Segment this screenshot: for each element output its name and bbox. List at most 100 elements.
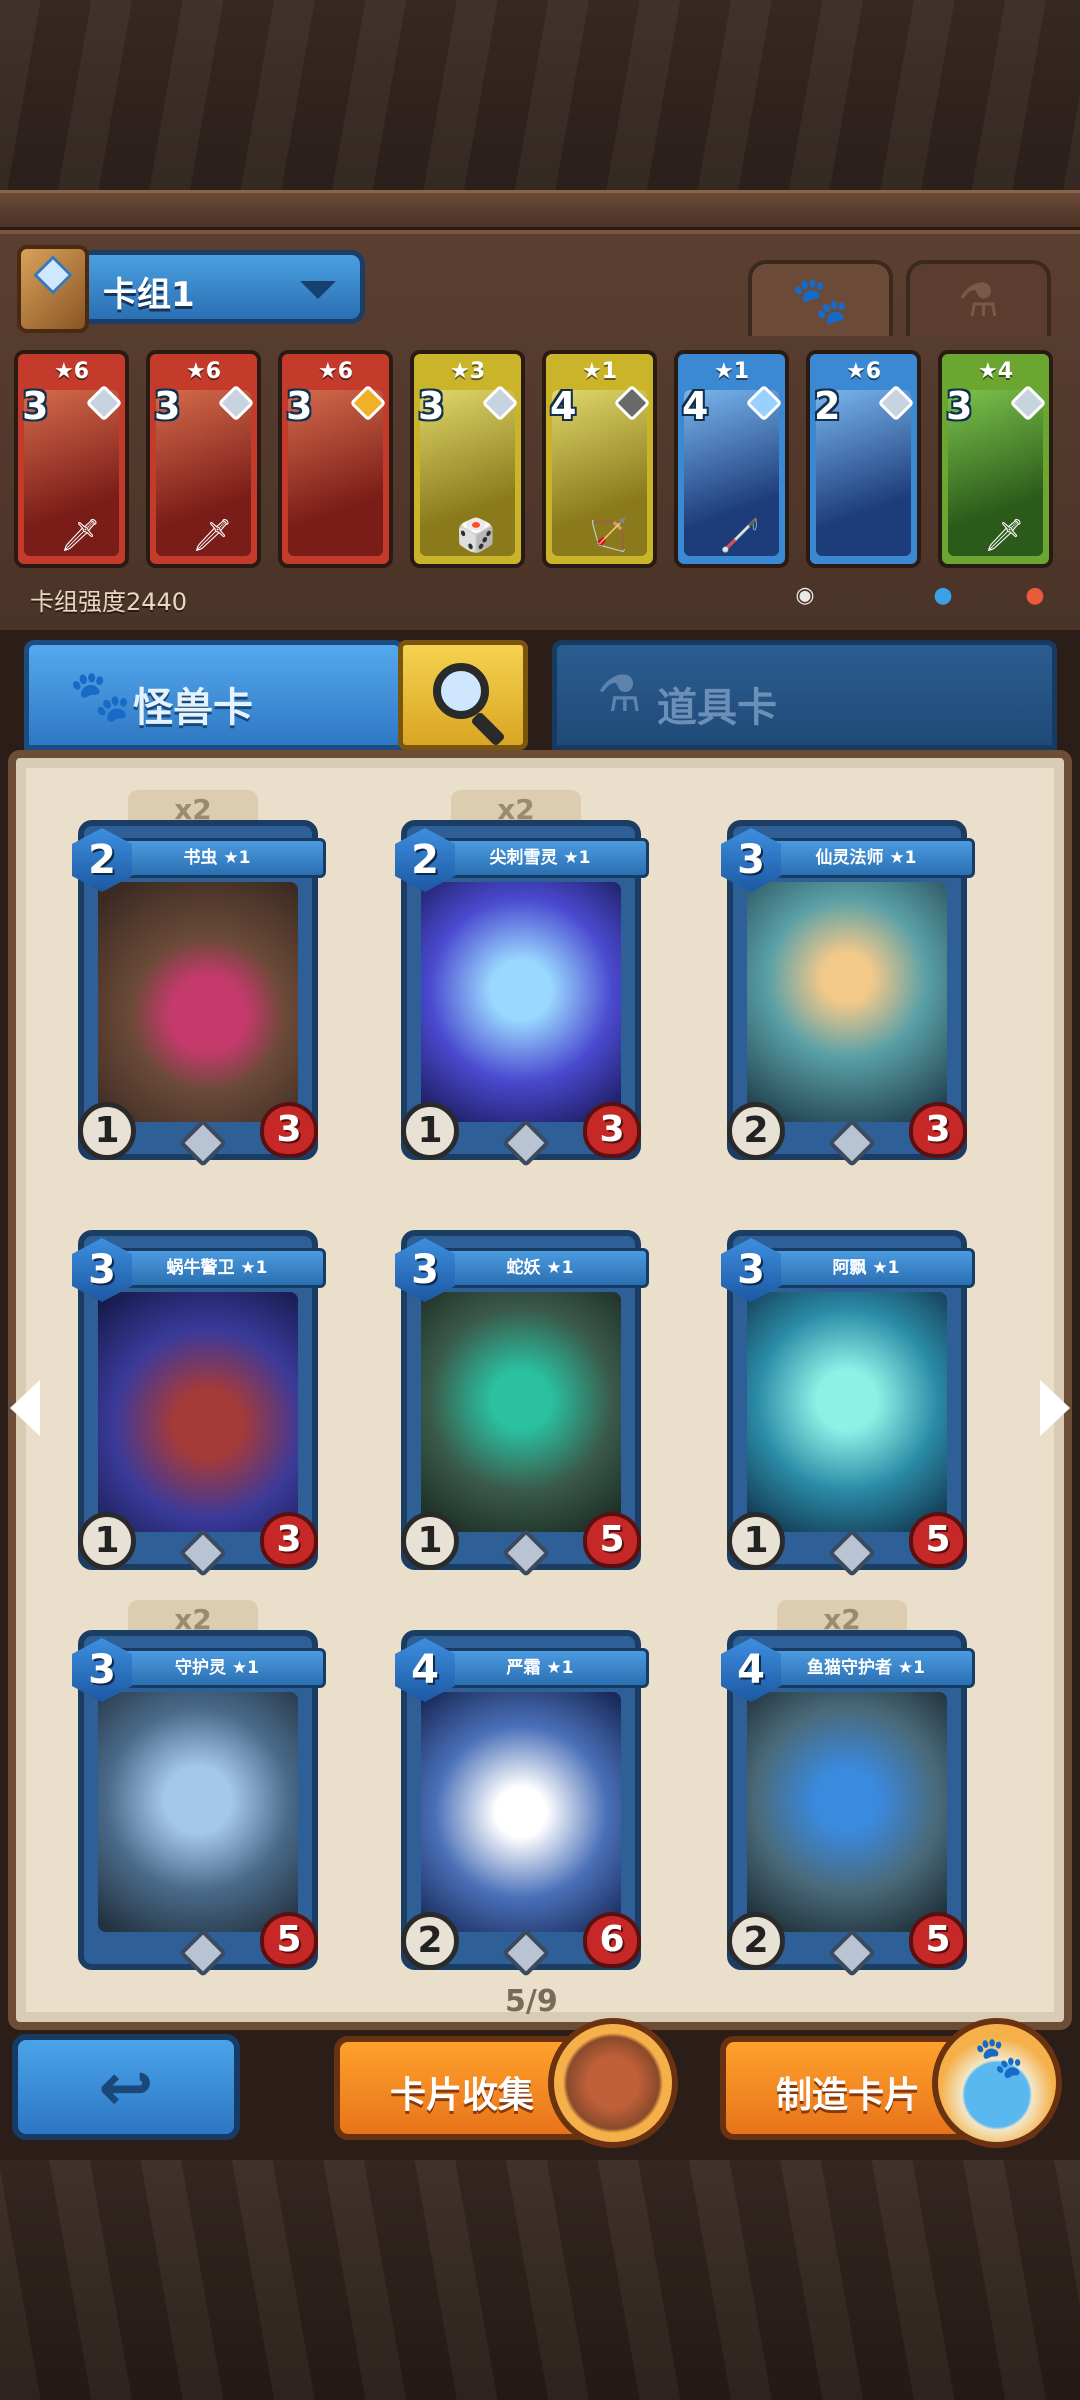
card-health: 5	[260, 1912, 318, 1968]
rarity-gem-icon	[827, 1928, 877, 1978]
deck-card[interactable]: ★3 3 🎲	[410, 350, 525, 568]
element-filter-row: ◉ ● ● ● ● ●	[790, 580, 1050, 610]
card-health: 5	[583, 1512, 641, 1568]
chevron-down-icon	[300, 281, 336, 299]
card-art	[98, 1292, 298, 1532]
page-indicator: 5/9	[505, 1984, 558, 2019]
card-name: 守护灵 ★1	[108, 1648, 326, 1688]
deck-card-stars: ★6	[317, 358, 354, 384]
rarity-gem-icon	[827, 1528, 877, 1578]
monster-card[interactable]: 鱼猫守护者 ★1 4 2 5	[721, 1630, 975, 1978]
fire-filter-icon[interactable]: ●	[1020, 580, 1050, 610]
flask-icon: ⚗	[957, 273, 1000, 327]
card-book-icon	[548, 2018, 678, 2148]
tab-item-deck[interactable]: ⚗	[906, 260, 1051, 336]
deck-card-stars: ★6	[53, 358, 90, 384]
card-attack: 2	[727, 1912, 785, 1970]
water-filter-icon[interactable]: ●	[928, 580, 958, 610]
mushroom-filter-icon[interactable]: ●	[836, 580, 866, 610]
tab-monster-cards[interactable]: 🐾 怪兽卡	[24, 640, 404, 750]
card-name: 阿飘 ★1	[757, 1248, 975, 1288]
collection-card-slot[interactable]: x2 书虫 ★1 2 1 3	[58, 790, 326, 1200]
weapon-icon: 🗡	[192, 516, 233, 554]
collection-card-slot[interactable]: x2 尖刺雪灵 ★1 2 1 3	[381, 790, 649, 1200]
collection-card-slot[interactable]: x2 守护灵 ★1 3 5	[58, 1600, 326, 2010]
deck-card[interactable]: ★1 4 🏹	[542, 350, 657, 568]
deck-name: 卡组1	[103, 275, 195, 315]
collection-card-slot[interactable]: 蛇妖 ★1 3 1 5	[381, 1230, 649, 1610]
deck-card[interactable]: ★6 3	[278, 350, 393, 568]
deck-card-stars: ★1	[581, 358, 618, 384]
card-health: 3	[260, 1512, 318, 1568]
collection-card-slot[interactable]: 蜗牛警卫 ★1 3 1 3	[58, 1230, 326, 1610]
monster-card[interactable]: 严霜 ★1 4 2 6	[395, 1630, 649, 1978]
card-health: 3	[909, 1102, 967, 1158]
deck-selector-dropdown[interactable]: 卡组1	[17, 245, 365, 333]
monster-card[interactable]: 蜗牛警卫 ★1 3 1 3	[72, 1230, 326, 1578]
collection-card-slot[interactable]: 阿飘 ★1 3 1 5	[707, 1230, 975, 1610]
deck-card[interactable]: ★6 3 🗡	[14, 350, 129, 568]
monster-card[interactable]: 守护灵 ★1 3 5	[72, 1630, 326, 1978]
card-health: 6	[583, 1912, 641, 1968]
deck-card[interactable]: ★1 4 🦯	[674, 350, 789, 568]
card-attack: 1	[78, 1512, 136, 1570]
card-attack: 1	[727, 1512, 785, 1570]
craft-card-label: 制造卡片	[776, 2075, 921, 2116]
all-filter-icon[interactable]: ◉	[790, 580, 820, 610]
paw-icon: 🐾	[69, 667, 132, 725]
monster-card[interactable]: 蛇妖 ★1 3 1 5	[395, 1230, 649, 1578]
deck-card-stars: ★3	[449, 358, 486, 384]
card-name: 尖刺雪灵 ★1	[431, 838, 649, 878]
deck-book-icon	[17, 245, 89, 333]
potion-paw-icon: 🐾	[932, 2018, 1062, 2148]
search-button[interactable]	[398, 640, 528, 750]
deck-card-cost: 3	[22, 384, 49, 428]
deck-card-cost: 4	[550, 384, 577, 428]
deck-card[interactable]: ★6 2	[806, 350, 921, 568]
weapon-icon: 🎲	[456, 516, 496, 554]
rarity-gem-icon	[827, 1118, 877, 1168]
hand-filter-icon[interactable]: ●	[882, 580, 912, 610]
back-button[interactable]: ↩	[12, 2034, 240, 2140]
card-art	[747, 1292, 947, 1532]
monster-card[interactable]: 阿飘 ★1 3 1 5	[721, 1230, 975, 1578]
deck-card[interactable]: ★4 3 🗡	[938, 350, 1053, 568]
deck-card-cost: 3	[154, 384, 181, 428]
rarity-gem-icon	[178, 1928, 228, 1978]
previous-page-arrow[interactable]	[10, 1380, 40, 1436]
card-name: 仙灵法师 ★1	[757, 838, 975, 878]
card-collection-label: 卡片收集	[390, 2075, 535, 2116]
monster-card[interactable]: 尖刺雪灵 ★1 2 1 3	[395, 820, 649, 1168]
collection-card-slot[interactable]: 严霜 ★1 4 2 6	[381, 1630, 649, 2010]
tab-item-cards[interactable]: ⚗ 道具卡	[552, 640, 1057, 750]
tab-monster-deck[interactable]: 🐾	[748, 260, 893, 336]
weapon-icon: 🏹	[588, 516, 628, 554]
card-attack: 1	[78, 1102, 136, 1160]
card-art	[747, 882, 947, 1122]
rarity-gem-icon	[501, 1928, 551, 1978]
monster-card[interactable]: 书虫 ★1 2 1 3	[72, 820, 326, 1168]
bird-filter-icon[interactable]: ●	[974, 580, 1004, 610]
card-health: 5	[909, 1512, 967, 1568]
card-health: 5	[909, 1912, 967, 1968]
deck-power-label: 卡组强度2440	[30, 588, 188, 616]
card-attack: 2	[401, 1912, 459, 1970]
card-art	[421, 882, 621, 1122]
deck-card[interactable]: ★6 3 🗡	[146, 350, 261, 568]
card-name: 书虫 ★1	[108, 838, 326, 878]
monster-card[interactable]: 仙灵法师 ★1 3 2 3	[721, 820, 975, 1168]
weapon-icon: 🦯	[720, 516, 760, 554]
card-health: 3	[583, 1102, 641, 1158]
top-wood-background	[0, 0, 1080, 190]
card-attack: 2	[727, 1102, 785, 1160]
card-name: 蜗牛警卫 ★1	[108, 1248, 326, 1288]
card-name: 严霜 ★1	[431, 1648, 649, 1688]
card-art	[421, 1692, 621, 1932]
collection-card-slot[interactable]: x2 鱼猫守护者 ★1 4 2 5	[707, 1600, 975, 2010]
deck-card-cost: 4	[682, 384, 709, 428]
card-health: 3	[260, 1102, 318, 1158]
next-page-arrow[interactable]	[1040, 1380, 1070, 1436]
collection-card-slot[interactable]: 仙灵法师 ★1 3 2 3	[707, 820, 975, 1200]
deck-card-stars: ★6	[185, 358, 222, 384]
card-attack: 1	[401, 1102, 459, 1160]
